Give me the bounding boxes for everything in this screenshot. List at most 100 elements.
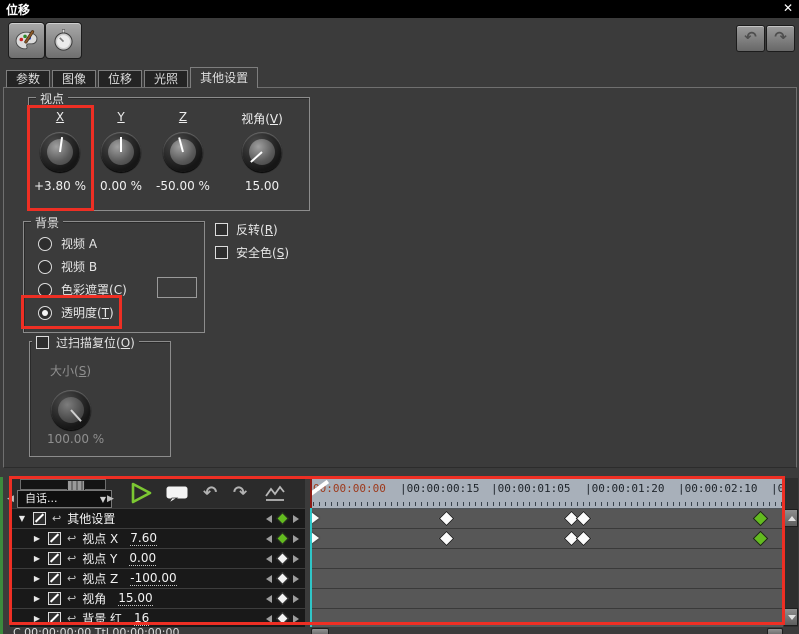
next-keyframe-icon[interactable]: [293, 534, 299, 543]
prev-keyframe-icon[interactable]: [266, 574, 272, 583]
radio-icon[interactable]: [38, 259, 52, 274]
expander-icon[interactable]: ▶: [32, 554, 42, 563]
scroll-down-button[interactable]: [784, 608, 798, 626]
keyframe-diamond[interactable]: [438, 530, 455, 547]
tab-1[interactable]: 参数: [6, 70, 51, 88]
color-matte-swatch[interactable]: [157, 277, 197, 298]
next-keyframe-icon[interactable]: [293, 614, 299, 623]
prev-keyframe-icon[interactable]: [266, 554, 272, 563]
reset-default-icon[interactable]: ↩: [67, 593, 76, 604]
row-value[interactable]: -100.00: [130, 571, 177, 586]
next-keyframe-icon[interactable]: [293, 514, 299, 523]
keyframe-diamond[interactable]: [752, 510, 769, 527]
color-palette-button[interactable]: [8, 22, 45, 59]
tab-4[interactable]: 光照: [144, 70, 189, 88]
knob-dial[interactable]: [101, 132, 141, 172]
preset-dropdown[interactable]: 自话... ▼: [17, 490, 112, 508]
reset-default-icon[interactable]: ↩: [67, 533, 76, 544]
row-enable-checkbox[interactable]: [48, 532, 61, 545]
undo-keyframe-button[interactable]: ↶: [203, 485, 217, 502]
keyframe-tracks[interactable]: [310, 509, 783, 627]
prev-keyframe-icon[interactable]: [266, 614, 272, 623]
timeline-row-label-3[interactable]: ▶ ↩ 视点 Y 0.00: [10, 549, 305, 569]
knob-dial[interactable]: [163, 132, 203, 172]
undo-button[interactable]: ↶: [736, 25, 765, 52]
add-keyframe-icon[interactable]: [276, 532, 289, 545]
reset-default-icon[interactable]: ↩: [52, 513, 61, 524]
tab-3[interactable]: 位移: [98, 70, 143, 88]
add-keyframe-icon[interactable]: [276, 612, 289, 625]
redo-button[interactable]: ↷: [766, 25, 795, 52]
timeline-row-label-5[interactable]: ▶ ↩ 视角 15.00: [10, 589, 305, 609]
timeline-row-label-4[interactable]: ▶ ↩ 视点 Z -100.00: [10, 569, 305, 589]
play-button[interactable]: [129, 481, 153, 508]
overscan-checkbox[interactable]: [36, 336, 49, 349]
row-enable-checkbox[interactable]: [48, 552, 61, 565]
keyframe-track-6[interactable]: [310, 609, 783, 627]
row-enable-checkbox[interactable]: [33, 512, 46, 525]
prev-keyframe-icon[interactable]: [266, 514, 272, 523]
close-icon[interactable]: ✕: [783, 1, 793, 15]
reset-default-icon[interactable]: ↩: [67, 613, 76, 624]
row-enable-checkbox[interactable]: [48, 572, 61, 585]
tab-2[interactable]: 图像: [52, 70, 97, 88]
expander-icon[interactable]: ▶: [32, 614, 42, 623]
next-keyframe-icon[interactable]: [293, 594, 299, 603]
start-keyframe-marker[interactable]: [311, 532, 319, 544]
keyframe-diamond[interactable]: [752, 530, 769, 547]
flag-checkbox-row-2[interactable]: 安全色(S): [215, 241, 289, 264]
keyframe-diamond[interactable]: [438, 510, 455, 527]
radio-icon[interactable]: [38, 305, 52, 320]
playhead-line[interactable]: [310, 478, 312, 508]
radio-option-2[interactable]: 视频 B: [24, 255, 202, 278]
keyframe-track-2[interactable]: [310, 529, 783, 549]
keyframe-track-3[interactable]: [310, 549, 783, 569]
timeline-zoom-slider[interactable]: [20, 479, 106, 495]
keyframe-track-1[interactable]: [310, 509, 783, 529]
row-value[interactable]: 7.60: [130, 531, 157, 546]
row-enable-checkbox[interactable]: [48, 612, 61, 625]
curve-view-button[interactable]: [264, 485, 286, 506]
reset-default-icon[interactable]: ↩: [67, 573, 76, 584]
tab-5[interactable]: 其他设置: [190, 67, 259, 88]
row-value[interactable]: 16: [134, 611, 150, 626]
preset-prev-arrow[interactable]: ◀: [7, 494, 14, 504]
expander-icon[interactable]: ▼: [17, 514, 27, 523]
prev-keyframe-icon[interactable]: [266, 594, 272, 603]
start-keyframe-marker[interactable]: [311, 512, 319, 524]
add-keyframe-icon[interactable]: [276, 512, 289, 525]
preview-display-button[interactable]: [164, 484, 190, 507]
keyframe-diamond[interactable]: [575, 510, 592, 527]
row-value[interactable]: 15.00: [118, 591, 153, 606]
reset-default-icon[interactable]: ↩: [67, 553, 76, 564]
stopwatch-button[interactable]: [45, 22, 82, 59]
keyframe-track-5[interactable]: [310, 589, 783, 609]
expander-icon[interactable]: ▶: [32, 534, 42, 543]
expander-icon[interactable]: ▶: [32, 574, 42, 583]
radio-option-1[interactable]: 视频 A: [24, 232, 202, 255]
keyframe-track-4[interactable]: [310, 569, 783, 589]
knob-dial[interactable]: [40, 132, 80, 172]
prev-keyframe-icon[interactable]: [266, 534, 272, 543]
next-keyframe-icon[interactable]: [293, 574, 299, 583]
checkbox-icon[interactable]: [215, 246, 228, 259]
row-enable-checkbox[interactable]: [48, 592, 61, 605]
flag-checkbox-row-1[interactable]: 反转(R): [215, 218, 289, 241]
timeline-row-label-6[interactable]: ▶ ↩ 背景 红 16: [10, 609, 305, 627]
keyframe-diamond[interactable]: [575, 530, 592, 547]
add-keyframe-icon[interactable]: [276, 572, 289, 585]
redo-keyframe-button[interactable]: ↷: [233, 485, 247, 502]
add-keyframe-icon[interactable]: [276, 552, 289, 565]
radio-icon[interactable]: [38, 236, 52, 251]
radio-option-4[interactable]: 透明度(T): [24, 301, 202, 324]
timeline-ruler[interactable]: 00:00:00:00 |00:00:00:15 |00:00:01:05 |00:0…: [310, 478, 783, 509]
radio-icon[interactable]: [38, 282, 52, 297]
scroll-up-button[interactable]: [784, 509, 798, 527]
vertical-scrollbar[interactable]: [784, 478, 798, 627]
preset-next-arrow[interactable]: ▶: [107, 494, 114, 504]
row-value[interactable]: 0.00: [129, 551, 157, 566]
timeline-row-label-2[interactable]: ▶ ↩ 视点 X 7.60: [10, 529, 305, 549]
checkbox-icon[interactable]: [215, 223, 228, 236]
knob-dial[interactable]: [242, 132, 282, 172]
next-keyframe-icon[interactable]: [293, 554, 299, 563]
